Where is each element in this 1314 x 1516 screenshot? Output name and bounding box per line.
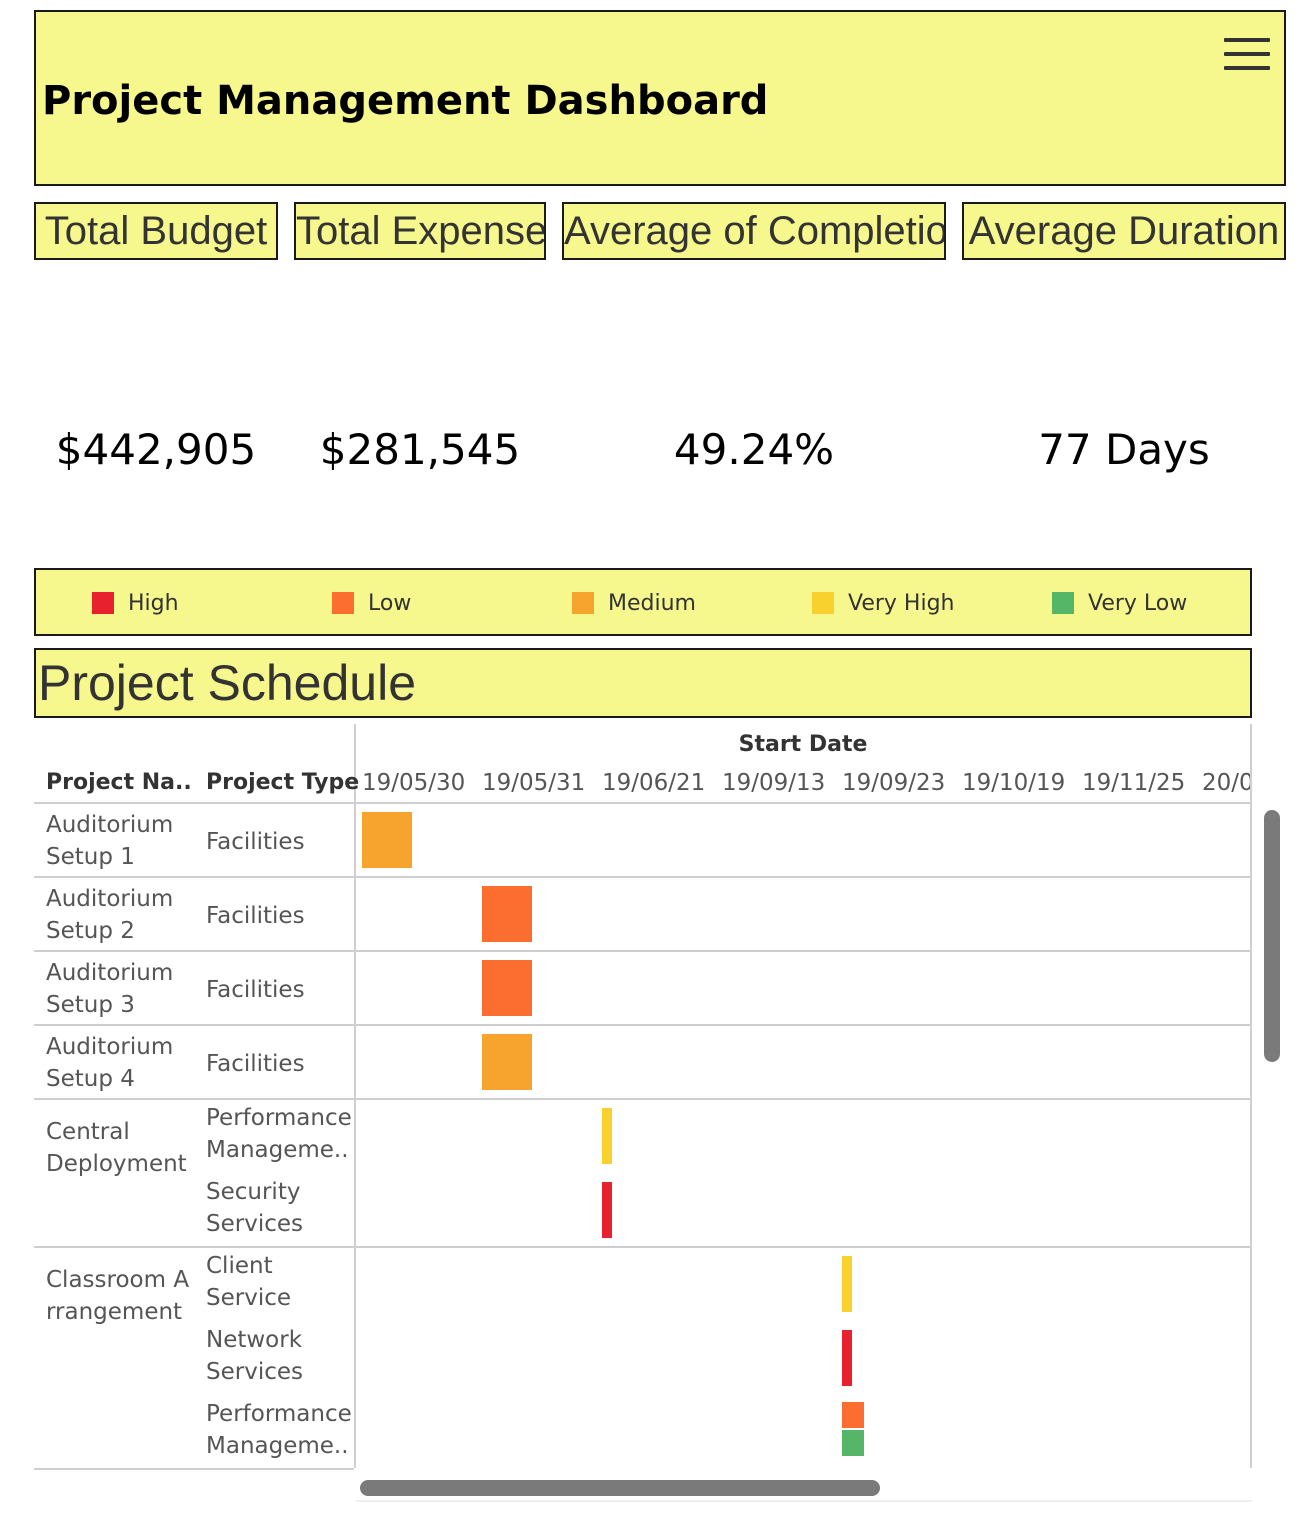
legend-label: Very High (848, 590, 955, 616)
gantt-bar-very-low[interactable] (842, 1430, 864, 1456)
legend-item-low[interactable]: Low (332, 590, 411, 616)
row-divider (34, 1468, 354, 1470)
project-type-cell: Performance Manageme.. (206, 1401, 352, 1459)
legend-swatch-medium (572, 592, 594, 614)
gantt-bar-low[interactable] (842, 1402, 864, 1428)
legend-item-very-low[interactable]: Very Low (1052, 590, 1187, 616)
legend-swatch-low (332, 592, 354, 614)
gantt-bar-low[interactable] (482, 886, 532, 942)
kpi-total-expense-value: $281,545 (319, 425, 521, 474)
column-header-project-name[interactable]: Project Na.. (46, 770, 192, 795)
date-tick-label: 19/09/13 (722, 770, 826, 796)
start-date-axis-title: Start Date (738, 732, 868, 757)
legend-swatch-very-high (812, 592, 834, 614)
kpi-average-completion-label: Average of Completion (562, 202, 946, 260)
kpi-average-duration-label: Average Duration (962, 202, 1286, 260)
date-tick-label: 20/0 (1202, 770, 1250, 796)
row-divider (34, 950, 1252, 952)
dashboard-header: Project Management Dashboard (34, 10, 1286, 186)
row-divider (34, 802, 1252, 804)
page-title: Project Management Dashboard (42, 78, 769, 124)
gantt-bar-high[interactable] (842, 1330, 852, 1386)
kpi-total-budget-label: Total Budget (34, 202, 278, 260)
gantt-bar-very-high[interactable] (842, 1256, 852, 1312)
date-tick-label: 19/09/23 (842, 770, 946, 796)
gantt-bar-medium[interactable] (362, 812, 412, 868)
kpi-total-budget-value: $442,905 (55, 425, 257, 474)
priority-legend: High Low Medium Very High Very Low (34, 568, 1252, 636)
date-tick-label: 19/10/19 (962, 770, 1066, 796)
legend-item-very-high[interactable]: Very High (812, 590, 955, 616)
project-type-cell: Facilities (206, 1051, 305, 1077)
project-type-cell: Security Services (206, 1179, 303, 1237)
row-divider (34, 876, 1252, 878)
legend-label: Low (368, 590, 412, 616)
legend-item-medium[interactable]: Medium (572, 590, 696, 616)
project-type-cell: Performance Manageme.. (206, 1105, 352, 1163)
project-name-cell: Central Deployment (46, 1119, 187, 1177)
gantt-bar-low[interactable] (482, 960, 532, 1016)
project-name-cell: Auditorium Setup 1 (46, 812, 174, 870)
project-type-cell: Facilities (206, 829, 305, 855)
legend-label: High (128, 590, 179, 616)
legend-swatch-high (92, 592, 114, 614)
row-divider (34, 1098, 1252, 1100)
legend-item-high[interactable]: High (92, 590, 179, 616)
vertical-scrollbar-thumb[interactable] (1264, 810, 1280, 1062)
gantt-chart-area (354, 724, 1252, 1468)
date-axis: 19/05/30 19/05/31 19/06/21 19/09/13 19/09/23… (356, 770, 1250, 804)
project-type-cell: Network Services (206, 1327, 303, 1385)
date-tick-label: 19/11/25 (1082, 770, 1186, 796)
row-divider (34, 1246, 1252, 1248)
project-name-cell: Auditorium Setup 4 (46, 1034, 174, 1092)
kpi-average-completion-value: 49.24% (673, 425, 835, 474)
project-schedule-title: Project Schedule (38, 655, 417, 711)
row-divider (34, 1024, 1252, 1026)
legend-label: Very Low (1088, 590, 1188, 616)
project-type-cell: Facilities (206, 977, 305, 1003)
gantt-bar-high[interactable] (602, 1182, 612, 1238)
legend-swatch-very-low (1052, 592, 1074, 614)
gantt-bar-medium[interactable] (482, 1034, 532, 1090)
project-name-cell: Auditorium Setup 2 (46, 886, 174, 944)
hamburger-menu-icon[interactable] (1224, 38, 1270, 72)
project-schedule-header: Project Schedule (34, 648, 1252, 718)
column-header-project-type[interactable]: Project Type (206, 770, 359, 795)
legend-label: Medium (608, 590, 696, 616)
horizontal-scrollbar-thumb[interactable] (360, 1480, 880, 1496)
kpi-total-expense-label: Total Expense (294, 202, 546, 260)
project-name-cell: Auditorium Setup 3 (46, 960, 174, 1018)
project-name-cell: Classroom Arrangement (46, 1267, 190, 1325)
project-type-cell: Client Service (206, 1253, 292, 1311)
project-type-cell: Facilities (206, 903, 305, 929)
kpi-average-duration-value: 77 Days (1038, 425, 1210, 474)
gantt-bar-very-high[interactable] (602, 1108, 612, 1164)
date-tick-label: 19/06/21 (602, 770, 706, 796)
date-tick-label: 19/05/31 (482, 770, 586, 796)
date-tick-label: 19/05/30 (362, 770, 466, 796)
